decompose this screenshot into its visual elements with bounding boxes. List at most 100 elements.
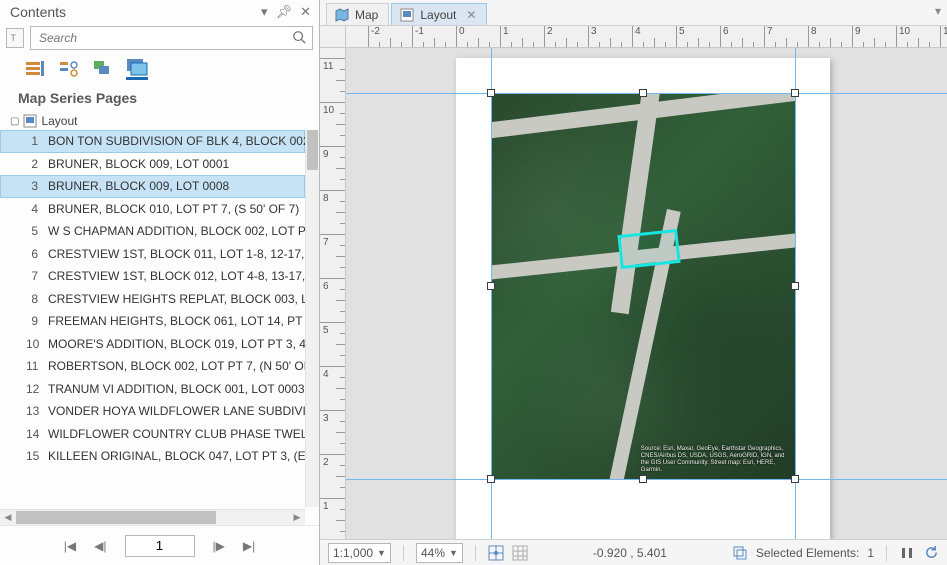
- contents-panel: Contents ▾ 📌︎ ✕ T: [0, 0, 320, 565]
- selection-handle[interactable]: [487, 89, 495, 97]
- map-series-pages-list[interactable]: 1BON TON SUBDIVISION OF BLK 4, BLOCK 002…: [0, 130, 305, 525]
- page-name: KILLEEN ORIGINAL, BLOCK 047, LOT PT 3, (…: [48, 449, 305, 463]
- selection-handle[interactable]: [487, 282, 495, 290]
- map-series-page-row[interactable]: 13VONDER HOYA WILDFLOWER LANE SUBDIVISIO: [0, 400, 305, 423]
- page-name: TRANUM VI ADDITION, BLOCK 001, LOT 0003,…: [48, 382, 305, 396]
- map-series-page-row[interactable]: 14WILDFLOWER COUNTRY CLUB PHASE TWELVE,: [0, 423, 305, 446]
- tab-map-label: Map: [355, 8, 378, 22]
- list-by-element-type-icon[interactable]: [92, 58, 114, 80]
- zoom-combo[interactable]: 44% ▼: [416, 543, 463, 563]
- page-name: VONDER HOYA WILDFLOWER LANE SUBDIVISIO: [48, 404, 305, 418]
- page-name: BRUNER, BLOCK 009, LOT 0001: [48, 157, 305, 171]
- map-series-page-row[interactable]: 1BON TON SUBDIVISION OF BLK 4, BLOCK 002…: [0, 130, 305, 153]
- map-series-page-row[interactable]: 2BRUNER, BLOCK 009, LOT 0001: [0, 153, 305, 176]
- page-number: 7: [26, 269, 48, 283]
- list-by-data-source-icon[interactable]: [58, 58, 80, 80]
- tab-layout-label: Layout: [420, 8, 456, 22]
- snap-grid-on-icon[interactable]: [488, 545, 504, 561]
- next-page-button[interactable]: |▶: [213, 539, 225, 553]
- refresh-icon[interactable]: [923, 545, 939, 561]
- page-number: 10: [26, 337, 48, 351]
- map-series-page-row[interactable]: 10MOORE'S ADDITION, BLOCK 019, LOT PT 3,…: [0, 333, 305, 356]
- selection-handle[interactable]: [639, 89, 647, 97]
- horizontal-scrollbar[interactable]: ◀ ▶: [0, 509, 305, 525]
- map-series-page-row[interactable]: 8CRESTVIEW HEIGHTS REPLAT, BLOCK 003, LO…: [0, 288, 305, 311]
- map-series-pager: |◀ ◀| |▶ ▶|: [0, 525, 319, 565]
- ruler-corner: [320, 26, 346, 48]
- layout-tab-icon: [400, 8, 414, 22]
- vertical-scrollbar[interactable]: [305, 130, 319, 507]
- pin-icon[interactable]: 📌︎: [276, 4, 293, 20]
- panel-title: Contents: [10, 4, 66, 20]
- vertical-ruler[interactable]: 01234567891011: [320, 48, 346, 539]
- prev-page-button[interactable]: ◀|: [94, 539, 106, 553]
- list-by-drawing-order-icon[interactable]: [24, 58, 46, 80]
- selected-elements-icon: [732, 545, 748, 561]
- map-frame[interactable]: Source: Esri, Maxar, GeoEye, Earthstar G…: [491, 93, 795, 478]
- selection-handle[interactable]: [487, 475, 495, 483]
- page-number: 1: [26, 134, 48, 148]
- search-mode-button[interactable]: T: [6, 28, 24, 48]
- status-bar: 1:1,000 ▼ 44% ▼ -0.920 , 5.401 Selected …: [320, 539, 947, 565]
- map-series-page-row[interactable]: 9FREEMAN HEIGHTS, BLOCK 061, LOT 14, PT …: [0, 310, 305, 333]
- imagery-attribution: Source: Esri, Maxar, GeoEye, Earthstar G…: [641, 446, 791, 475]
- page-name: BRUNER, BLOCK 009, LOT 0008: [48, 179, 305, 193]
- page-name: W S CHAPMAN ADDITION, BLOCK 002, LOT PT: [48, 224, 305, 238]
- selection-handle[interactable]: [791, 89, 799, 97]
- horizontal-scroll-thumb[interactable]: [16, 511, 216, 524]
- page-number: 9: [26, 314, 48, 328]
- layout-canvas[interactable]: Source: Esri, Maxar, GeoEye, Earthstar G…: [346, 48, 947, 539]
- tab-overflow-button[interactable]: ▾: [935, 4, 941, 18]
- guide-line[interactable]: [795, 48, 796, 539]
- map-series-page-row[interactable]: 15KILLEEN ORIGINAL, BLOCK 047, LOT PT 3,…: [0, 445, 305, 468]
- map-icon: [335, 8, 349, 22]
- last-page-button[interactable]: ▶|: [243, 539, 255, 553]
- selected-elements-label: Selected Elements:: [756, 546, 859, 560]
- selected-elements-count: 1: [867, 546, 874, 560]
- first-page-button[interactable]: |◀: [64, 539, 76, 553]
- search-input[interactable]: [37, 30, 292, 46]
- horizontal-ruler[interactable]: -2-101234567891011: [346, 26, 947, 48]
- tab-map[interactable]: Map: [326, 3, 389, 25]
- selection-handle[interactable]: [639, 475, 647, 483]
- map-series-page-row[interactable]: 7CRESTVIEW 1ST, BLOCK 012, LOT 4-8, 13-1…: [0, 265, 305, 288]
- page-number: 15: [26, 449, 48, 463]
- snap-grid-off-icon[interactable]: [512, 545, 528, 561]
- guide-line[interactable]: [491, 48, 492, 539]
- page-number: 12: [26, 382, 48, 396]
- panel-menu-button[interactable]: ▾: [261, 4, 268, 20]
- close-panel-button[interactable]: ✕: [300, 4, 311, 20]
- expander-icon[interactable]: ▢︎: [10, 116, 19, 127]
- selection-handle[interactable]: [791, 475, 799, 483]
- close-tab-icon[interactable]: ✕: [466, 8, 476, 22]
- selection-handle[interactable]: [791, 282, 799, 290]
- map-series-page-row[interactable]: 11ROBERTSON, BLOCK 002, LOT PT 7, (N 50'…: [0, 355, 305, 378]
- search-box[interactable]: [30, 26, 313, 50]
- section-title: Map Series Pages: [0, 80, 319, 112]
- page-number: 11: [26, 359, 48, 373]
- map-series-page-row[interactable]: 6CRESTVIEW 1ST, BLOCK 011, LOT 1-8, 12-1…: [0, 243, 305, 266]
- pause-drawing-icon[interactable]: [899, 545, 915, 561]
- selected-parcel-highlight: [617, 229, 680, 269]
- layout-tree-node[interactable]: ▢︎ Layout: [4, 112, 319, 130]
- map-series-page-row[interactable]: 5W S CHAPMAN ADDITION, BLOCK 002, LOT PT: [0, 220, 305, 243]
- list-map-series-pages-icon[interactable]: [126, 58, 148, 80]
- scale-combo[interactable]: 1:1,000 ▼: [328, 543, 391, 563]
- scroll-right-icon[interactable]: ▶: [289, 510, 305, 525]
- tab-layout[interactable]: Layout ✕: [391, 3, 487, 25]
- chevron-down-icon: ▼: [377, 548, 386, 558]
- vertical-scroll-thumb[interactable]: [307, 130, 318, 170]
- page-number-input[interactable]: [125, 535, 195, 557]
- search-icon[interactable]: [292, 30, 306, 47]
- page-number: 6: [26, 247, 48, 261]
- map-series-page-row[interactable]: 12TRANUM VI ADDITION, BLOCK 001, LOT 000…: [0, 378, 305, 401]
- cursor-coordinates: -0.920 , 5.401: [536, 546, 724, 560]
- map-series-page-row[interactable]: 4BRUNER, BLOCK 010, LOT PT 7, (S 50' OF …: [0, 198, 305, 221]
- page-name: CRESTVIEW 1ST, BLOCK 011, LOT 1-8, 12-17…: [48, 247, 305, 261]
- page-name: ROBERTSON, BLOCK 002, LOT PT 7, (N 50' O…: [48, 359, 305, 373]
- scroll-left-icon[interactable]: ◀: [0, 510, 16, 525]
- page-name: WILDFLOWER COUNTRY CLUB PHASE TWELVE,: [48, 427, 305, 441]
- map-series-page-row[interactable]: 3BRUNER, BLOCK 009, LOT 0008: [0, 175, 305, 198]
- page-number: 2: [26, 157, 48, 171]
- layout-node-label: Layout: [41, 114, 77, 128]
